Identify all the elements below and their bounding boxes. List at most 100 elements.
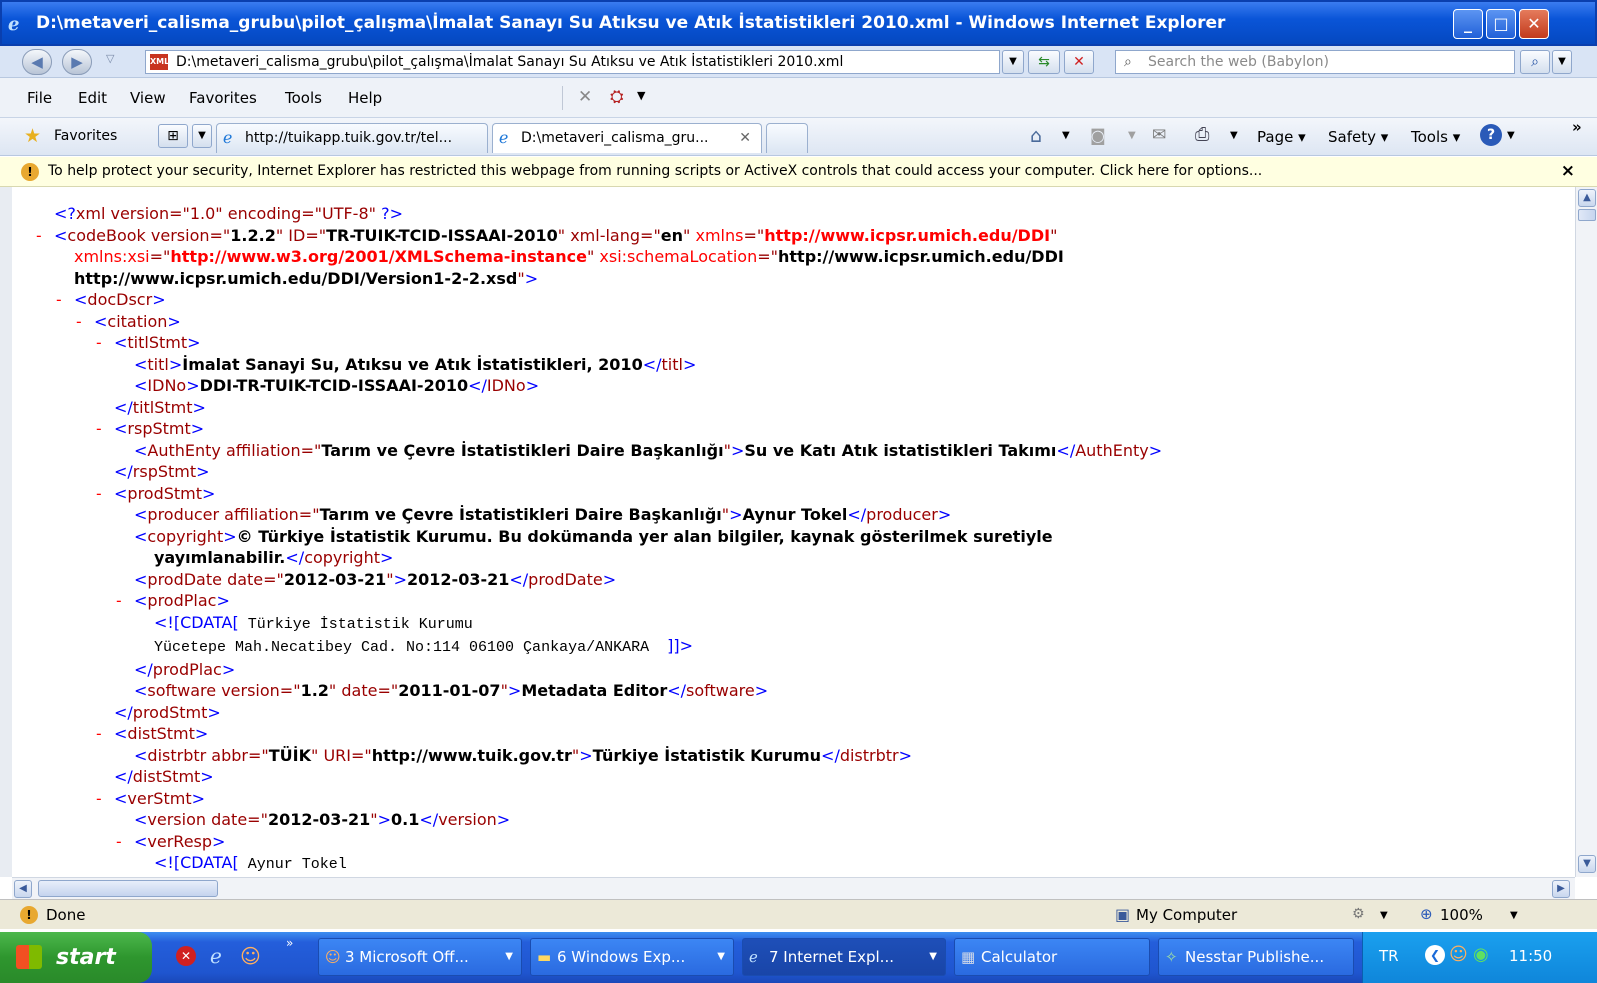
task-nesstar-publisher[interactable]: ✧ Nesstar Publishe...: [1158, 938, 1354, 976]
xml-collapse-toggle[interactable]: -: [114, 831, 124, 853]
zone-dropdown-icon[interactable]: ▼: [1380, 910, 1388, 921]
xml-line: <IDNo>DDI-TR-TUIK-TCID-ISSAAI-2010</IDNo…: [54, 375, 1162, 397]
feeds-icon[interactable]: ◙: [1090, 126, 1106, 145]
xml-collapse-toggle[interactable]: -: [94, 332, 104, 354]
translate-dropdown-icon[interactable]: ▼: [637, 89, 645, 102]
quicklaunch-outlook-icon[interactable]: ☺: [240, 944, 261, 968]
maximize-button[interactable]: □: [1486, 9, 1516, 39]
security-infobar[interactable]: ! To help protect your security, Interne…: [0, 157, 1597, 187]
tab-close-icon[interactable]: ✕: [739, 124, 751, 152]
menu-edit[interactable]: Edit: [78, 89, 107, 107]
babylon-translate-icon[interactable]: ⛭: [610, 87, 624, 107]
xml-collapse-toggle[interactable]: -: [94, 418, 104, 440]
mail-icon[interactable]: ✉: [1152, 125, 1166, 145]
menu-help[interactable]: Help: [348, 89, 382, 107]
task-windows-explorer[interactable]: ▬ 6 Windows Exp... ▼: [530, 938, 734, 976]
print-dropdown-icon[interactable]: ▼: [1230, 130, 1238, 141]
tab-tuikapp[interactable]: ℯ http://tuikapp.tuik.gov.tr/tel...: [216, 123, 488, 153]
zoom-dropdown-icon[interactable]: ▼: [1510, 910, 1518, 921]
task-label: Calculator: [981, 948, 1058, 966]
clock[interactable]: 11:50: [1509, 947, 1552, 965]
xml-collapse-toggle[interactable]: -: [34, 225, 44, 247]
scroll-up-arrow-icon[interactable]: ▲: [1578, 189, 1596, 207]
xml-collapse-toggle[interactable]: -: [74, 311, 84, 333]
xml-token: © Türkiye İstatistik Kurumu. Bu dokümand…: [236, 526, 1053, 546]
menu-favorites[interactable]: Favorites: [189, 89, 257, 107]
help-icon[interactable]: ?: [1480, 124, 1502, 146]
close-button[interactable]: ✕: [1519, 9, 1549, 39]
back-button[interactable]: ◀: [22, 49, 52, 75]
task-calculator[interactable]: ▦ Calculator: [954, 938, 1150, 976]
xml-token: >: [216, 591, 230, 610]
xml-collapse-toggle[interactable]: -: [54, 289, 64, 311]
xml-token: version: [438, 810, 497, 829]
xml-line: <producer affiliation="Tarım ve Çevre İs…: [54, 504, 1162, 526]
xml-collapse-toggle[interactable]: -: [94, 483, 104, 505]
quicklaunch-overflow-icon[interactable]: »: [286, 936, 293, 950]
help-dropdown-icon[interactable]: ▼: [1507, 130, 1515, 141]
xml-collapse-toggle[interactable]: -: [94, 723, 104, 745]
tray-back-icon[interactable]: ❮: [1425, 945, 1445, 965]
zoom-icon: ⊕: [1420, 905, 1433, 923]
print-icon[interactable]: ⎙: [1195, 124, 1209, 145]
menu-tools[interactable]: Tools: [285, 89, 322, 107]
infobar-close-button[interactable]: ×: [1561, 157, 1575, 185]
start-button[interactable]: start: [0, 932, 152, 983]
xml-line: Yücetepe Mah.Necatibey Cad. No:114 06100…: [54, 635, 1162, 659]
quicklaunch-ie-icon[interactable]: ℯ: [210, 944, 222, 968]
address-input[interactable]: XML D:\metaveri_calisma_grubu\pilot_çalı…: [145, 50, 1000, 74]
xml-collapse-toggle[interactable]: -: [114, 590, 124, 612]
tray-outlook-icon[interactable]: ☺: [1449, 944, 1468, 965]
search-go-button[interactable]: ⌕: [1520, 50, 1550, 74]
xml-token: <: [134, 440, 148, 460]
new-tab-button[interactable]: [766, 123, 808, 153]
home-icon[interactable]: ⌂: [1030, 125, 1042, 147]
zoom-level[interactable]: 100%: [1440, 906, 1483, 924]
language-indicator[interactable]: TR: [1379, 947, 1399, 965]
xml-line: <copyright>© Türkiye İstatistik Kurumu. …: [54, 526, 1162, 548]
stop-button[interactable]: ✕: [1064, 50, 1094, 74]
vertical-scrollbar[interactable]: ▲ ▼: [1575, 187, 1597, 877]
menu-view[interactable]: View: [130, 89, 166, 107]
ie-logo-icon: ℯ: [8, 14, 20, 35]
quick-tabs-button[interactable]: ⊞: [158, 124, 188, 148]
horizontal-scroll-thumb[interactable]: [38, 880, 218, 897]
page-menu[interactable]: Page ▾: [1257, 128, 1306, 146]
menu-file[interactable]: File: [27, 89, 52, 107]
home-dropdown-icon[interactable]: ▼: [1062, 130, 1070, 141]
tray-status-icon[interactable]: ◉: [1473, 944, 1489, 965]
safety-menu[interactable]: Safety ▾: [1328, 128, 1388, 146]
xml-token: xmlns:xsi: [74, 247, 150, 266]
search-input[interactable]: ⌕ Search the web (Babylon): [1115, 50, 1515, 74]
tab-list-button[interactable]: ▼: [192, 124, 212, 148]
favorites-button[interactable]: Favorites: [54, 128, 117, 144]
refresh-button[interactable]: ⇆: [1028, 50, 1060, 74]
close-toolbar-icon[interactable]: ✕: [578, 87, 592, 107]
xml-collapse-toggle[interactable]: -: [94, 788, 104, 810]
address-dropdown-button[interactable]: ▼: [1002, 50, 1024, 74]
window-titlebar[interactable]: ℯ D:\metaveri_calisma_grubu\pilot_çalışm…: [0, 0, 1597, 46]
search-options-button[interactable]: ▼: [1552, 50, 1572, 74]
history-dropdown-icon[interactable]: ▽: [106, 52, 114, 65]
scroll-down-arrow-icon[interactable]: ▼: [1578, 855, 1596, 873]
forward-button[interactable]: ▶: [62, 49, 92, 75]
xml-token: rspStmt: [132, 462, 197, 481]
xml-token: <?: [54, 204, 76, 223]
task-internet-explorer[interactable]: ℯ 7 Internet Expl... ▼: [742, 938, 946, 976]
quicklaunch-app-icon[interactable]: ✕: [176, 946, 196, 966]
vertical-scroll-thumb[interactable]: [1578, 209, 1596, 221]
tools-menu[interactable]: Tools ▾: [1411, 128, 1460, 146]
xml-token: Türkiye İstatistik Kurumu: [592, 745, 822, 765]
nesstar-icon: ✧: [1165, 948, 1178, 966]
toolbar-overflow-icon[interactable]: »: [1572, 118, 1582, 136]
horizontal-scrollbar[interactable]: ◀ ▶: [12, 877, 1575, 899]
tab-xml-file[interactable]: ℯ D:\metaveri_calisma_gru... ✕: [492, 123, 762, 153]
minimize-button[interactable]: _: [1453, 9, 1483, 39]
protected-mode-icon[interactable]: ⚙: [1352, 906, 1365, 922]
task-microsoft-office[interactable]: ☺ 3 Microsoft Off... ▼: [318, 938, 522, 976]
task-label: Nesstar Publishe...: [1185, 948, 1325, 966]
scroll-left-arrow-icon[interactable]: ◀: [14, 880, 32, 898]
scroll-right-arrow-icon[interactable]: ▶: [1552, 880, 1570, 898]
feeds-dropdown-icon[interactable]: ▼: [1128, 130, 1136, 141]
xml-line: <?xml version="1.0" encoding="UTF-8" ?>: [54, 203, 1162, 225]
